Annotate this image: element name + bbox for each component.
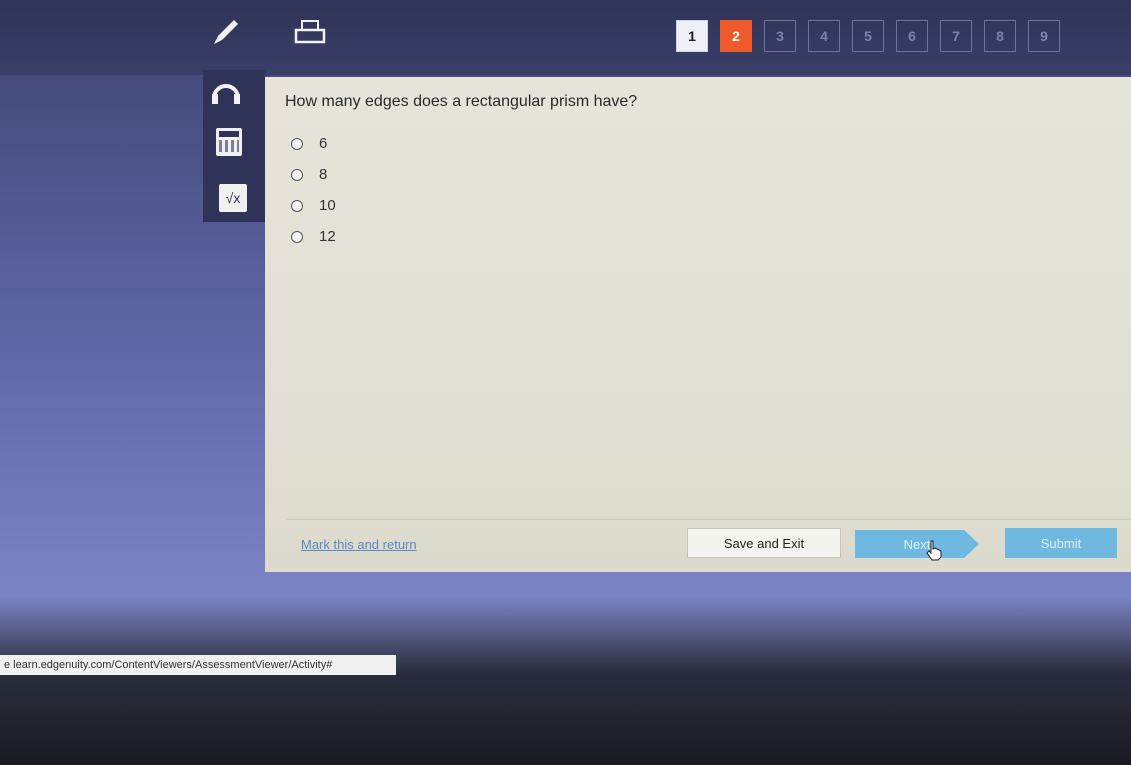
answer-option-2[interactable]: 8: [291, 166, 327, 183]
question-nav-3[interactable]: 3: [764, 20, 796, 52]
radio-button[interactable]: [291, 168, 303, 181]
question-nav-9[interactable]: 9: [1028, 20, 1060, 52]
sqrt-icon[interactable]: √x: [219, 184, 247, 212]
question-panel: How many edges does a rectangular prism …: [265, 77, 1131, 572]
answer-option-1[interactable]: 6: [291, 135, 327, 152]
question-nav-7[interactable]: 7: [940, 20, 972, 52]
option-label: 8: [319, 166, 328, 183]
option-label: 12: [319, 228, 336, 245]
question-navigator: 1 2 3 4 5 6 7 8 9: [676, 20, 1060, 52]
sqrt-symbol: √x: [225, 190, 241, 206]
option-label: 6: [319, 135, 328, 152]
question-text: How many edges does a rectangular prism …: [285, 93, 638, 110]
mark-and-return-link[interactable]: Mark this and return: [301, 537, 417, 552]
save-and-exit-button[interactable]: Save and Exit: [687, 528, 841, 558]
question-nav-2[interactable]: 2: [720, 20, 752, 52]
answer-option-3[interactable]: 10: [291, 197, 336, 214]
question-nav-8[interactable]: 8: [984, 20, 1016, 52]
hand-cursor-icon: [925, 539, 943, 561]
footer-divider: [287, 519, 1131, 520]
answer-option-4[interactable]: 12: [291, 228, 336, 245]
option-label: 10: [319, 197, 336, 214]
pencil-icon[interactable]: [208, 14, 244, 50]
status-bar-url: e learn.edgenuity.com/ContentViewers/Ass…: [0, 655, 396, 675]
calculator-screen: [219, 131, 239, 137]
calculator-icon[interactable]: [216, 128, 242, 156]
radio-button[interactable]: [291, 137, 303, 150]
headphones-icon[interactable]: [206, 72, 246, 108]
printer-icon[interactable]: [292, 18, 328, 46]
question-nav-6[interactable]: 6: [896, 20, 928, 52]
question-nav-5[interactable]: 5: [852, 20, 884, 52]
question-nav-1[interactable]: 1: [676, 20, 708, 52]
question-nav-4[interactable]: 4: [808, 20, 840, 52]
calculator-keys: [219, 140, 239, 152]
submit-button[interactable]: Submit: [1005, 528, 1117, 558]
radio-button[interactable]: [291, 230, 303, 243]
next-button[interactable]: Next: [855, 530, 979, 558]
radio-button[interactable]: [291, 199, 303, 212]
